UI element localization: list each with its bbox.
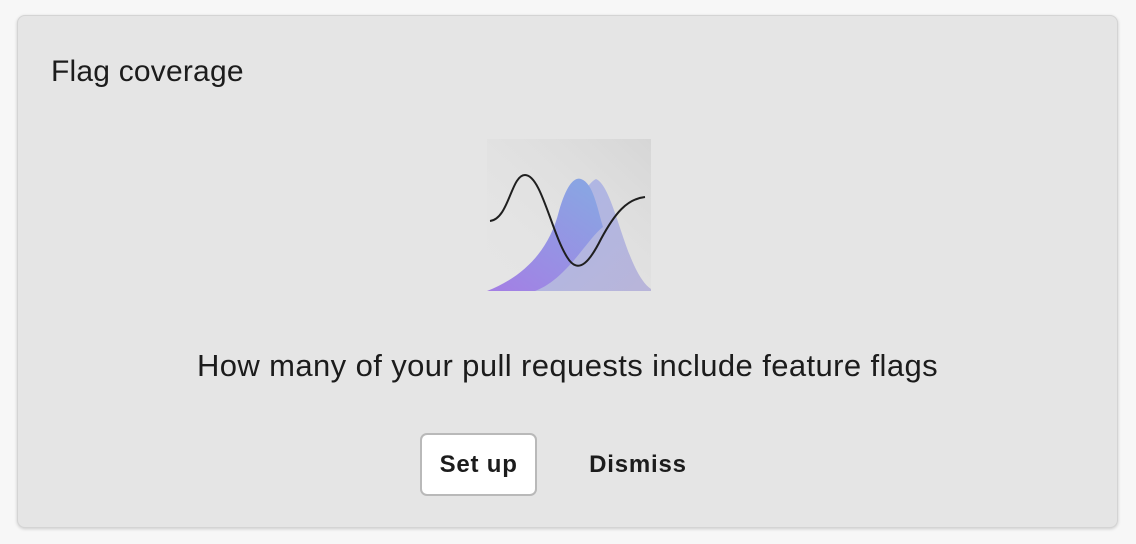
card-title: Flag coverage <box>51 55 244 88</box>
bell-curve-wave-illustration <box>487 139 651 291</box>
flag-coverage-card: Flag coverage How many of your pull requ… <box>17 15 1118 528</box>
card-description: How many of your pull requests include f… <box>196 348 939 383</box>
dismiss-button[interactable]: Dismiss <box>561 433 715 496</box>
set-up-button[interactable]: Set up <box>420 433 538 496</box>
card-actions: Set up Dismiss <box>18 433 1117 496</box>
